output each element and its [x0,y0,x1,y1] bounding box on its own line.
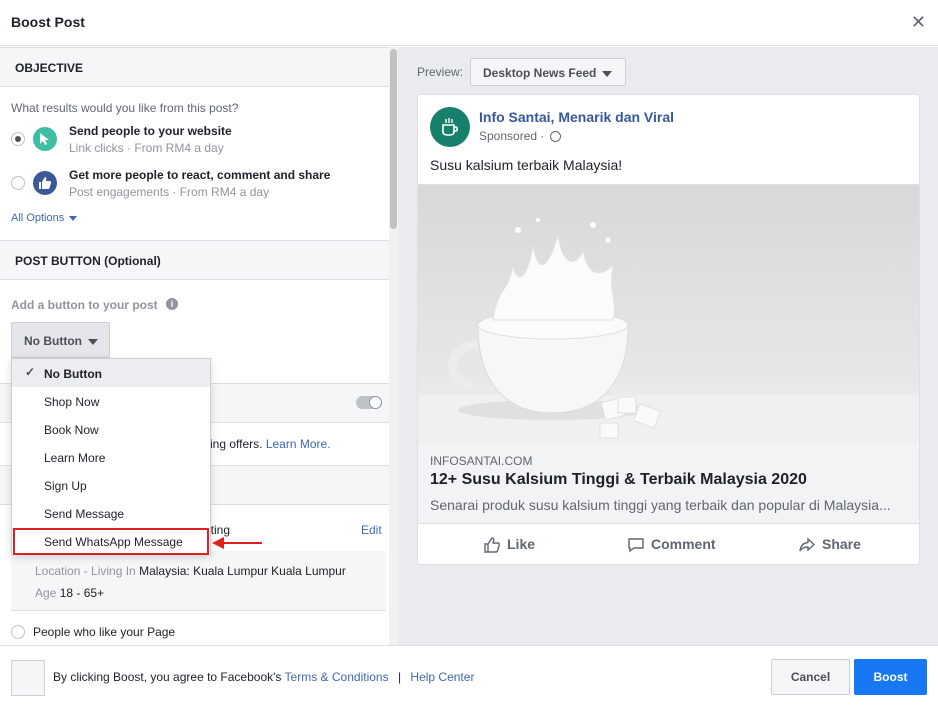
radio-button[interactable] [11,132,25,146]
comment-icon [628,538,644,553]
objective-option-text: Send people to your website Link clicks … [69,124,232,155]
option-title: Send people to your website [69,124,232,138]
dropdown-item-label: No Button [44,367,102,381]
preview-panel: Preview: Desktop News Feed Info Santai, … [398,47,938,645]
link-preview[interactable]: INFOSANTAI.COM 12+ Susu Kalsium Tinggi &… [418,444,919,524]
radio-button[interactable] [11,176,25,190]
option-title: Get more people to react, comment and sh… [69,168,331,182]
thumbs-up-icon [33,171,57,195]
settings-panel: OBJECTIVE What results would you like fr… [0,47,398,645]
footer-separator: | [397,670,402,684]
info-icon[interactable]: i [166,298,178,310]
milk-cup-image [418,218,919,445]
post-actions: Like Comment Share [418,524,919,564]
toggle-switch[interactable] [356,396,382,409]
page-avatar[interactable] [430,107,470,147]
scrollbar-thumb[interactable] [390,49,397,229]
caret-down-icon [87,338,98,345]
link-title: 12+ Susu Kalsium Tinggi & Terbaik Malays… [430,471,807,488]
age-row: Age 18 - 65+ [35,586,104,600]
post-image[interactable] [418,184,919,445]
dropdown-item-no-button[interactable]: ✓ No Button [12,359,210,387]
page-thumbnail [11,660,45,696]
age-label: Age [35,586,57,600]
share-label: Share [822,536,861,552]
all-options-label: All Options [11,212,65,224]
globe-icon [549,131,561,143]
dialog-footer: By clicking Boost, you agree to Facebook… [0,645,938,707]
annotation-arrow-icon [224,542,262,544]
post-button-select-value: No Button [24,334,82,348]
terms-link[interactable]: Terms & Conditions [285,670,389,684]
cursor-icon [33,127,57,151]
location-label: Location - Living In [35,564,136,578]
placement-select[interactable]: Desktop News Feed [470,58,626,86]
offers-text: sing offers. Learn More. [204,437,331,451]
option-subtitle: Link clicks · From RM4 a day [69,141,224,155]
dropdown-item-book-now[interactable]: Book Now [12,415,210,443]
help-center-link[interactable]: Help Center [410,670,474,684]
cancel-button[interactable]: Cancel [771,659,850,695]
dropdown-item-learn-more[interactable]: Learn More [12,443,210,471]
post-preview: Info Santai, Menarik dan Viral Sponsored… [417,94,920,565]
edit-audience-link[interactable]: Edit [361,523,382,537]
page-name-link[interactable]: Info Santai, Menarik dan Viral [479,109,674,125]
post-button-heading: POST BUTTON (Optional) [0,240,389,280]
placement-select-value: Desktop News Feed [483,66,597,80]
objective-option-website[interactable]: Send people to your website Link clicks … [11,124,381,156]
dropdown-item-shop-now[interactable]: Shop Now [12,387,210,415]
share-icon [799,537,816,552]
dropdown-item-sign-up[interactable]: Sign Up [12,471,210,499]
location-row: Location - Living In Malaysia: Kuala Lum… [35,564,346,578]
scrollbar[interactable] [389,47,398,645]
post-button-dropdown: ✓ No Button Shop Now Book Now Learn More… [11,358,211,555]
comment-label: Comment [651,536,716,552]
close-icon[interactable]: ✕ [911,13,926,31]
thumbs-up-icon [484,537,500,553]
link-domain: INFOSANTAI.COM [430,454,533,468]
like-label: Like [507,536,536,552]
link-description: Senarai produk susu kalsium tinggi yang … [430,497,891,513]
preview-label: Preview: [417,65,464,79]
location-value: Malaysia: Kuala Lumpur Kuala Lumpur [139,564,346,578]
terms-text: By clicking Boost, you agree to Facebook… [53,670,474,684]
learn-more-link[interactable]: Learn More. [266,437,331,451]
comment-button[interactable]: Comment [627,536,716,554]
post-text: Susu kalsium terbaik Malaysia! [430,157,623,173]
objective-heading: OBJECTIVE [0,47,389,87]
check-icon: ✓ [25,365,36,379]
post-button-label-text: Add a button to your post [11,298,158,312]
caret-down-icon [602,70,613,77]
cup-icon [442,118,458,136]
dialog-title: Boost Post [11,14,85,30]
post-button-select[interactable]: No Button [11,322,110,358]
age-value: 18 - 65+ [59,586,105,600]
annotation-arrowhead-icon [212,537,224,549]
dialog-header: Boost Post ✕ [0,0,938,46]
objective-question: What results would you like from this po… [11,101,239,115]
all-options-link[interactable]: All Options [11,212,78,224]
share-button[interactable]: Share [798,536,861,554]
objective-option-text: Get more people to react, comment and sh… [69,168,330,199]
audience-summary: Location - Living In Malaysia: Kuala Lum… [11,551,386,611]
dropdown-item-send-message[interactable]: Send Message [12,499,210,527]
dropdown-item-send-whatsapp-message[interactable]: Send WhatsApp Message [12,527,210,555]
terms-prefix: By clicking Boost, you agree to Facebook… [53,670,282,684]
post-button-label: Add a button to your post i [11,298,178,312]
option-subtitle: Post engagements · From RM4 a day [69,185,270,199]
caret-down-icon [69,215,78,221]
boost-button[interactable]: Boost [854,659,927,695]
like-button[interactable]: Like [483,536,535,554]
sponsored-label: Sponsored · [479,129,545,143]
sponsored-row: Sponsored · [479,129,561,143]
audience-option-page-likes[interactable]: People who like your Page [11,617,381,645]
offers-text-value: sing offers. [204,437,263,451]
objective-option-engagement[interactable]: Get more people to react, comment and sh… [11,168,381,200]
radio-button[interactable] [11,625,25,639]
audience-option-label: People who like your Page [33,625,176,639]
